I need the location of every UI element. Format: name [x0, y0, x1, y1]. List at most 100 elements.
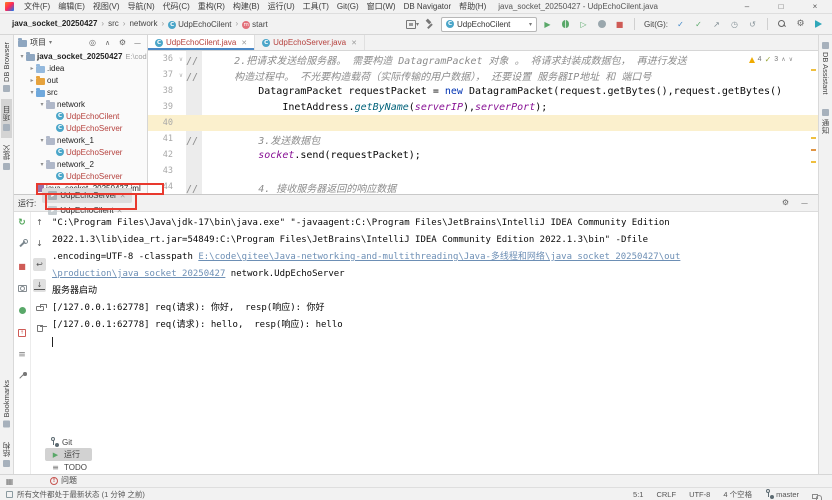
- tree-item-java_socket_20250427[interactable]: ▾ java_socket_20250427E:\code\git: [14, 50, 147, 62]
- menu-item[interactable]: 视图(V): [89, 2, 124, 11]
- tree-item-src[interactable]: ▾ src: [14, 86, 147, 98]
- git-commit-button[interactable]: [691, 17, 706, 32]
- camera-button[interactable]: [16, 282, 29, 295]
- stripe-item-结构[interactable]: 结构: [1, 435, 12, 474]
- tree-item-UdpEchoCilent[interactable]: UdpEchoCilent: [14, 110, 147, 122]
- git-update-button[interactable]: [673, 17, 688, 32]
- tree-expand-icon[interactable]: ▸: [28, 77, 36, 84]
- run-configuration-select[interactable]: UdpEchoCilent ▾: [441, 16, 537, 32]
- stripe-item-项目[interactable]: 项目: [1, 99, 12, 139]
- git-rollback-button[interactable]: [745, 17, 760, 32]
- console-link[interactable]: E:\code\gitee\Java-networking-and-multit…: [198, 252, 680, 262]
- down-button[interactable]: [33, 237, 46, 250]
- menu-item[interactable]: Git(G): [333, 2, 363, 11]
- search-button[interactable]: [775, 17, 790, 32]
- event-log-icon[interactable]: [6, 490, 13, 498]
- tree-item-UdpEchoServer[interactable]: UdpEchoServer: [14, 170, 147, 182]
- stripe-item-提交[interactable]: 提交: [1, 138, 12, 177]
- debug-button[interactable]: [558, 17, 573, 32]
- soft-wrap-button[interactable]: [33, 258, 46, 271]
- gear-sm-button[interactable]: [117, 37, 128, 48]
- trash-button[interactable]: [33, 321, 47, 334]
- build-project-button[interactable]: [423, 17, 438, 32]
- tree-item-.idea[interactable]: ▸ .idea: [14, 62, 147, 74]
- scroll-end-button[interactable]: [33, 279, 46, 292]
- collapse-button[interactable]: [102, 37, 113, 48]
- maximize-button[interactable]: □: [764, 2, 798, 11]
- printer-button[interactable]: [33, 300, 47, 313]
- menu-item[interactable]: 代码(C): [159, 2, 194, 11]
- menu-item[interactable]: 运行(U): [264, 2, 299, 11]
- git-history-button[interactable]: [727, 17, 742, 32]
- menu-item[interactable]: 重构(R): [194, 2, 229, 11]
- rerun-button[interactable]: [16, 216, 29, 229]
- profiler-button[interactable]: [594, 17, 609, 32]
- inspection-widget[interactable]: 4 ✓ 3 ∧ ∨: [745, 54, 796, 65]
- git-push-button[interactable]: [709, 17, 724, 32]
- up-button[interactable]: [33, 216, 46, 229]
- close-button[interactable]: ×: [798, 2, 832, 11]
- menu-item[interactable]: 文件(F): [20, 2, 54, 11]
- tree-collapse-icon[interactable]: ▾: [28, 89, 36, 96]
- plugin-button[interactable]: [811, 17, 826, 32]
- stripe-item-通知[interactable]: 通知: [820, 102, 831, 141]
- tree-item-network_2[interactable]: ▾ network_2: [14, 158, 147, 170]
- menu-item[interactable]: 编辑(E): [54, 2, 89, 11]
- editor-tab-UdpEchoCilent-java[interactable]: UdpEchoCilent.java ✕: [148, 35, 256, 50]
- tree-item-UdpEchoServer[interactable]: UdpEchoServer: [14, 122, 147, 134]
- run-tab-UdpEchoServer[interactable]: UdpEchoServer✕: [42, 188, 132, 203]
- error-stripe[interactable]: [810, 51, 817, 194]
- run-hide-button[interactable]: [799, 197, 810, 209]
- attach-button[interactable]: [16, 304, 29, 317]
- play-button[interactable]: [540, 17, 555, 32]
- tree-item-UdpEchoServer[interactable]: UdpEchoServer: [14, 146, 147, 158]
- breadcrumb-item[interactable]: java_socket_20250427: [12, 19, 97, 28]
- status-master[interactable]: master: [765, 489, 799, 499]
- prev-issue-icon[interactable]: ∧: [781, 56, 785, 63]
- tool-window-button-运行[interactable]: 运行: [45, 448, 92, 461]
- stripe-item-db-browser[interactable]: DB Browser: [2, 35, 11, 99]
- code-area[interactable]: 36 ∨// 2.把请求发送给服务器。 需要构造 DatagramPacket 对…: [148, 51, 818, 194]
- hide-button[interactable]: [132, 37, 143, 48]
- console-output[interactable]: "C:\Program Files\Java\jdk-17\bin\java.e…: [48, 212, 818, 474]
- minimize-button[interactable]: –: [730, 2, 764, 11]
- console-link[interactable]: \production\java_socket_20250427: [52, 269, 225, 279]
- tool-window-button-git[interactable]: Git: [45, 436, 92, 448]
- wrench-button[interactable]: [16, 238, 29, 251]
- status-4----[interactable]: 4 个空格: [723, 489, 752, 500]
- tool-window-switcher-icon[interactable]: [4, 476, 15, 487]
- tool-window-button-问题[interactable]: 问题: [45, 474, 92, 487]
- tab-close-icon[interactable]: ✕: [120, 192, 126, 200]
- stripe-item-db-assistant[interactable]: DB Assistant: [821, 35, 830, 102]
- breadcrumb-item[interactable]: network: [129, 19, 157, 28]
- run-gear-sm-button[interactable]: [780, 197, 791, 209]
- tree-item-network_1[interactable]: ▾ network_1: [14, 134, 147, 146]
- tree-item-out[interactable]: ▸ out: [14, 74, 147, 86]
- status-CRLF[interactable]: CRLF: [656, 490, 676, 499]
- editor-tab-UdpEchoServer-java[interactable]: UdpEchoServer.java ✕: [255, 35, 365, 50]
- exit-button[interactable]: [16, 326, 29, 339]
- stripe-item-bookmarks[interactable]: Bookmarks: [2, 373, 11, 435]
- toolbar-widget-button[interactable]: ▾: [405, 17, 420, 32]
- chevron-down-icon[interactable]: ▾: [49, 39, 52, 46]
- tree-collapse-icon[interactable]: ▾: [38, 101, 46, 108]
- menu-item[interactable]: 帮助(H): [455, 2, 490, 11]
- next-issue-icon[interactable]: ∨: [789, 56, 793, 63]
- breadcrumb-item[interactable]: src: [108, 19, 119, 28]
- layout-button[interactable]: [16, 348, 29, 361]
- menu-item[interactable]: 构建(B): [229, 2, 264, 11]
- coverage-button[interactable]: [576, 17, 591, 32]
- project-panel-title[interactable]: 项目: [30, 37, 46, 48]
- tree-collapse-icon[interactable]: ▾: [38, 137, 46, 144]
- menu-item[interactable]: 工具(T): [299, 2, 333, 11]
- tab-close-icon[interactable]: ✕: [241, 39, 247, 47]
- breadcrumb-item[interactable]: start: [242, 20, 268, 29]
- tree-collapse-icon[interactable]: ▾: [38, 161, 46, 168]
- fold-marker-icon[interactable]: ∨: [176, 72, 186, 79]
- stop-button[interactable]: [16, 260, 29, 273]
- tab-close-icon[interactable]: ✕: [351, 39, 357, 47]
- tree-expand-icon[interactable]: ▸: [28, 65, 36, 72]
- tree-item-network[interactable]: ▾ network: [14, 98, 147, 110]
- pin-button[interactable]: [16, 370, 29, 383]
- settings-button[interactable]: [793, 17, 808, 32]
